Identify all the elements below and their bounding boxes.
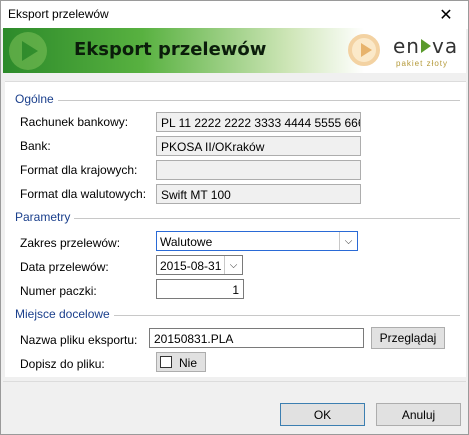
title-bar: Eksport przelewów ✕ bbox=[1, 1, 468, 29]
range-select[interactable]: Walutowe ⌵ bbox=[156, 231, 358, 251]
section-title: Ogólne bbox=[15, 92, 58, 106]
range-value: Walutowe bbox=[160, 235, 213, 249]
banner-title: Eksport przelewów bbox=[74, 39, 267, 60]
enova-logo: en va bbox=[393, 34, 458, 58]
logo-subtitle: pakiet złoty bbox=[396, 59, 449, 68]
date-picker[interactable]: 2015-08-31 ⌵ bbox=[156, 255, 243, 275]
account-label: Rachunek bankowy: bbox=[20, 115, 129, 129]
section-general: Ogólne bbox=[15, 92, 460, 106]
dialog-content: Ogólne Rachunek bankowy: PL 11 2222 2222… bbox=[3, 73, 466, 434]
play-icon bbox=[9, 32, 47, 70]
chevron-down-icon[interactable]: ⌵ bbox=[339, 232, 357, 250]
bank-field: PKOSA II/OKraków bbox=[156, 136, 361, 156]
section-title: Parametry bbox=[15, 210, 75, 224]
chevron-down-icon[interactable]: ⌵ bbox=[224, 256, 242, 274]
ok-button[interactable]: OK bbox=[280, 403, 365, 426]
range-label: Zakres przelewów: bbox=[20, 236, 121, 250]
close-icon[interactable]: ✕ bbox=[424, 1, 468, 29]
window-title: Eksport przelewów bbox=[8, 7, 109, 21]
play-icon bbox=[348, 34, 380, 66]
header-banner: Eksport przelewów en va pakiet złoty bbox=[3, 28, 466, 73]
logo-text-left: en bbox=[393, 34, 420, 58]
browse-button[interactable]: Przeglądaj bbox=[371, 327, 445, 349]
append-label: Dopisz do pliku: bbox=[20, 357, 105, 371]
bank-label: Bank: bbox=[20, 139, 51, 153]
file-name-label: Nazwa pliku eksportu: bbox=[20, 333, 138, 347]
foreign-format-label: Format dla walutowych: bbox=[20, 187, 147, 201]
package-number-value: 1 bbox=[232, 283, 239, 297]
package-label: Numer paczki: bbox=[20, 284, 97, 298]
file-name-input[interactable]: 20150831.PLA bbox=[149, 328, 364, 348]
footer-divider bbox=[3, 381, 466, 382]
logo-text-right: va bbox=[431, 34, 459, 58]
append-value: Nie bbox=[179, 356, 198, 370]
date-value: 2015-08-31 bbox=[160, 259, 222, 273]
append-toggle[interactable]: Nie bbox=[156, 352, 206, 372]
section-parameters: Parametry bbox=[15, 210, 460, 224]
domestic-format-field bbox=[156, 160, 361, 180]
section-divider bbox=[15, 100, 460, 101]
section-title: Miejsce docelowe bbox=[15, 307, 114, 321]
account-field: PL 11 2222 2222 3333 4444 5555 6666 bbox=[156, 112, 361, 132]
cancel-button[interactable]: Anuluj bbox=[376, 403, 461, 426]
section-divider bbox=[15, 218, 460, 219]
form-panel: Ogólne Rachunek bankowy: PL 11 2222 2222… bbox=[5, 81, 466, 377]
foreign-format-field: Swift MT 100 bbox=[156, 184, 361, 204]
export-dialog: Eksport przelewów ✕ Eksport przelewów en… bbox=[0, 0, 469, 435]
section-destination: Miejsce docelowe bbox=[15, 307, 460, 321]
file-name-value: 20150831.PLA bbox=[154, 332, 234, 346]
date-label: Data przelewów: bbox=[20, 260, 109, 274]
package-number-input[interactable]: 1 bbox=[156, 279, 244, 299]
play-icon bbox=[420, 39, 431, 53]
domestic-format-label: Format dla krajowych: bbox=[20, 163, 138, 177]
checkbox-icon[interactable] bbox=[160, 356, 172, 368]
